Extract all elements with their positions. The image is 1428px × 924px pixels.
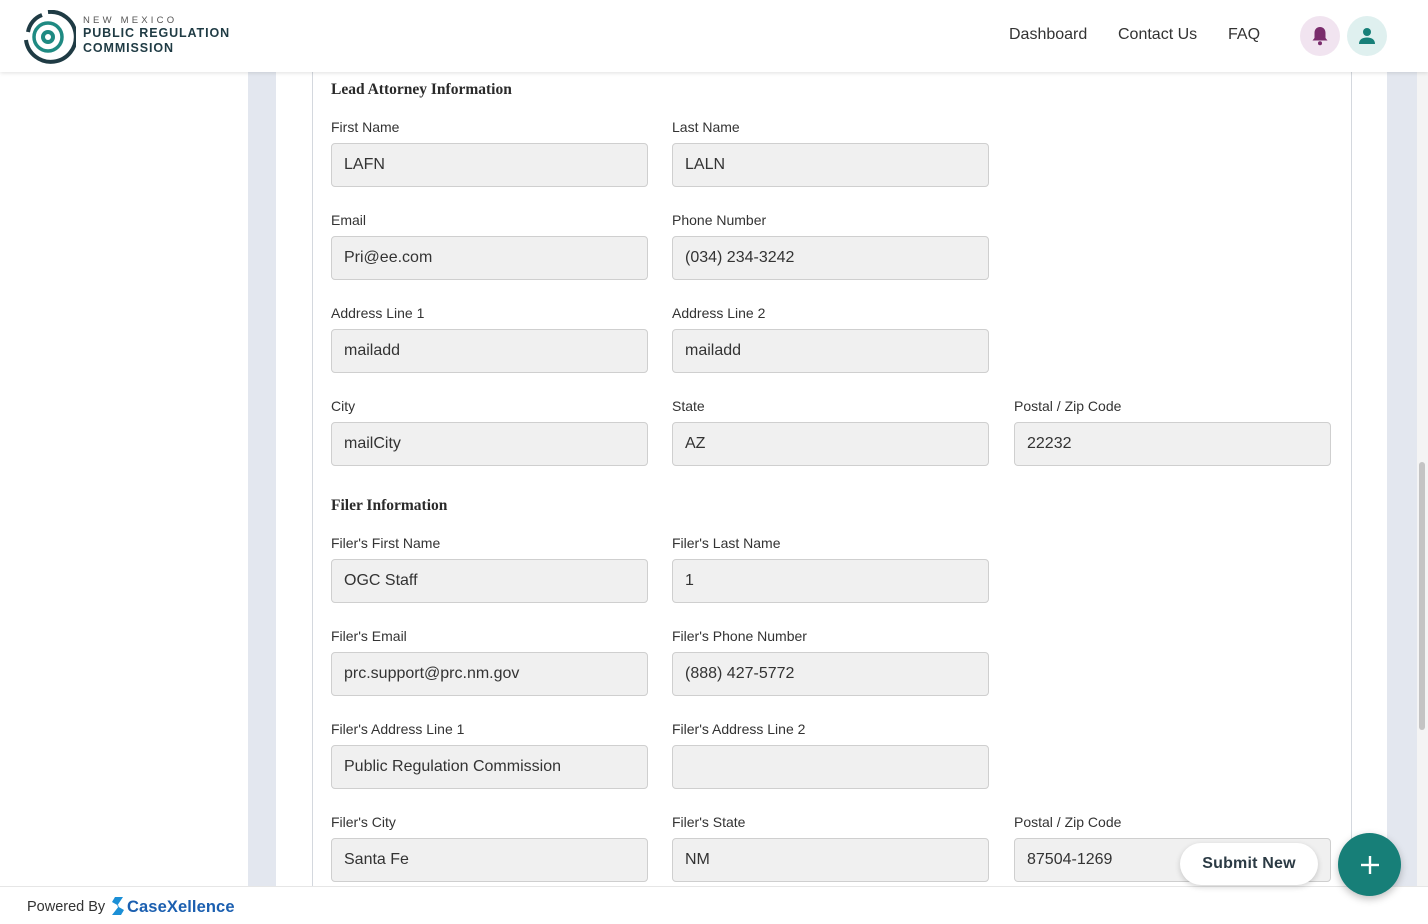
filer-city-field[interactable] bbox=[331, 838, 648, 882]
filer-last-name-label: Filer's Last Name bbox=[672, 535, 781, 551]
nav-dashboard[interactable]: Dashboard bbox=[1009, 26, 1087, 44]
phone-field[interactable] bbox=[672, 236, 989, 280]
email-label: Email bbox=[331, 212, 367, 228]
bell-icon bbox=[1312, 27, 1328, 46]
submit-new-button[interactable]: Submit New bbox=[1180, 843, 1318, 885]
left-page-band bbox=[248, 72, 276, 886]
filer-first-name-label: Filer's First Name bbox=[331, 535, 441, 551]
scrollbar-thumb[interactable] bbox=[1419, 462, 1425, 730]
notifications-button[interactable] bbox=[1300, 16, 1340, 56]
lead-attorney-title: Lead Attorney Information bbox=[331, 81, 512, 98]
footer: Powered By CaseXellence bbox=[0, 886, 1428, 924]
address-line-2-label: Address Line 2 bbox=[672, 305, 766, 321]
left-gutter bbox=[0, 72, 248, 886]
last-name-label: Last Name bbox=[672, 119, 740, 135]
top-header: NEW MEXICO PUBLIC REGULATION COMMISSION … bbox=[0, 0, 1428, 72]
first-name-field[interactable] bbox=[331, 143, 648, 187]
filer-city-label: Filer's City bbox=[331, 814, 396, 830]
filer-email-label: Filer's Email bbox=[331, 628, 407, 644]
state-label: State bbox=[672, 398, 705, 414]
filer-address-line-1-field[interactable] bbox=[331, 745, 648, 789]
city-label: City bbox=[331, 398, 356, 414]
right-page-band bbox=[1387, 72, 1417, 886]
casexellence-s-icon bbox=[112, 897, 124, 915]
filer-zip-code-label: Postal / Zip Code bbox=[1014, 814, 1122, 830]
add-new-fab-button[interactable] bbox=[1338, 833, 1401, 896]
user-menu-button[interactable] bbox=[1347, 16, 1387, 56]
filer-information-title: Filer Information bbox=[331, 497, 448, 514]
prc-logo[interactable]: NEW MEXICO PUBLIC REGULATION COMMISSION bbox=[24, 10, 284, 64]
filer-address-line-1-label: Filer's Address Line 1 bbox=[331, 721, 465, 737]
logo-line-2: PUBLIC REGULATION bbox=[83, 26, 231, 40]
nav-contact-us[interactable]: Contact Us bbox=[1118, 26, 1197, 44]
filer-phone-label: Filer's Phone Number bbox=[672, 628, 807, 644]
email-field[interactable] bbox=[331, 236, 648, 280]
first-name-label: First Name bbox=[331, 119, 400, 135]
prc-logo-icon bbox=[24, 10, 76, 64]
logo-line-1: NEW MEXICO bbox=[83, 15, 178, 26]
nav-faq[interactable]: FAQ bbox=[1228, 26, 1260, 44]
city-field[interactable] bbox=[331, 422, 648, 466]
phone-label: Phone Number bbox=[672, 212, 767, 228]
filer-address-line-2-label: Filer's Address Line 2 bbox=[672, 721, 806, 737]
address-line-1-field[interactable] bbox=[331, 329, 648, 373]
brand-name: CaseXellence bbox=[127, 898, 235, 916]
logo-line-3: COMMISSION bbox=[83, 41, 174, 55]
filer-first-name-field[interactable] bbox=[331, 559, 648, 603]
address-line-2-field[interactable] bbox=[672, 329, 989, 373]
filer-last-name-field[interactable] bbox=[672, 559, 989, 603]
powered-by-label: Powered By bbox=[27, 899, 106, 915]
filer-email-field[interactable] bbox=[331, 652, 648, 696]
address-line-1-label: Address Line 1 bbox=[331, 305, 425, 321]
filer-state-field[interactable] bbox=[672, 838, 989, 882]
filer-state-label: Filer's State bbox=[672, 814, 746, 830]
state-field[interactable] bbox=[672, 422, 989, 466]
filer-address-line-2-field[interactable] bbox=[672, 745, 989, 789]
filer-phone-field[interactable] bbox=[672, 652, 989, 696]
user-icon bbox=[1359, 28, 1375, 44]
zip-code-field[interactable] bbox=[1014, 422, 1331, 466]
last-name-field[interactable] bbox=[672, 143, 989, 187]
zip-code-label: Postal / Zip Code bbox=[1014, 398, 1122, 414]
plus-icon bbox=[1360, 855, 1379, 874]
